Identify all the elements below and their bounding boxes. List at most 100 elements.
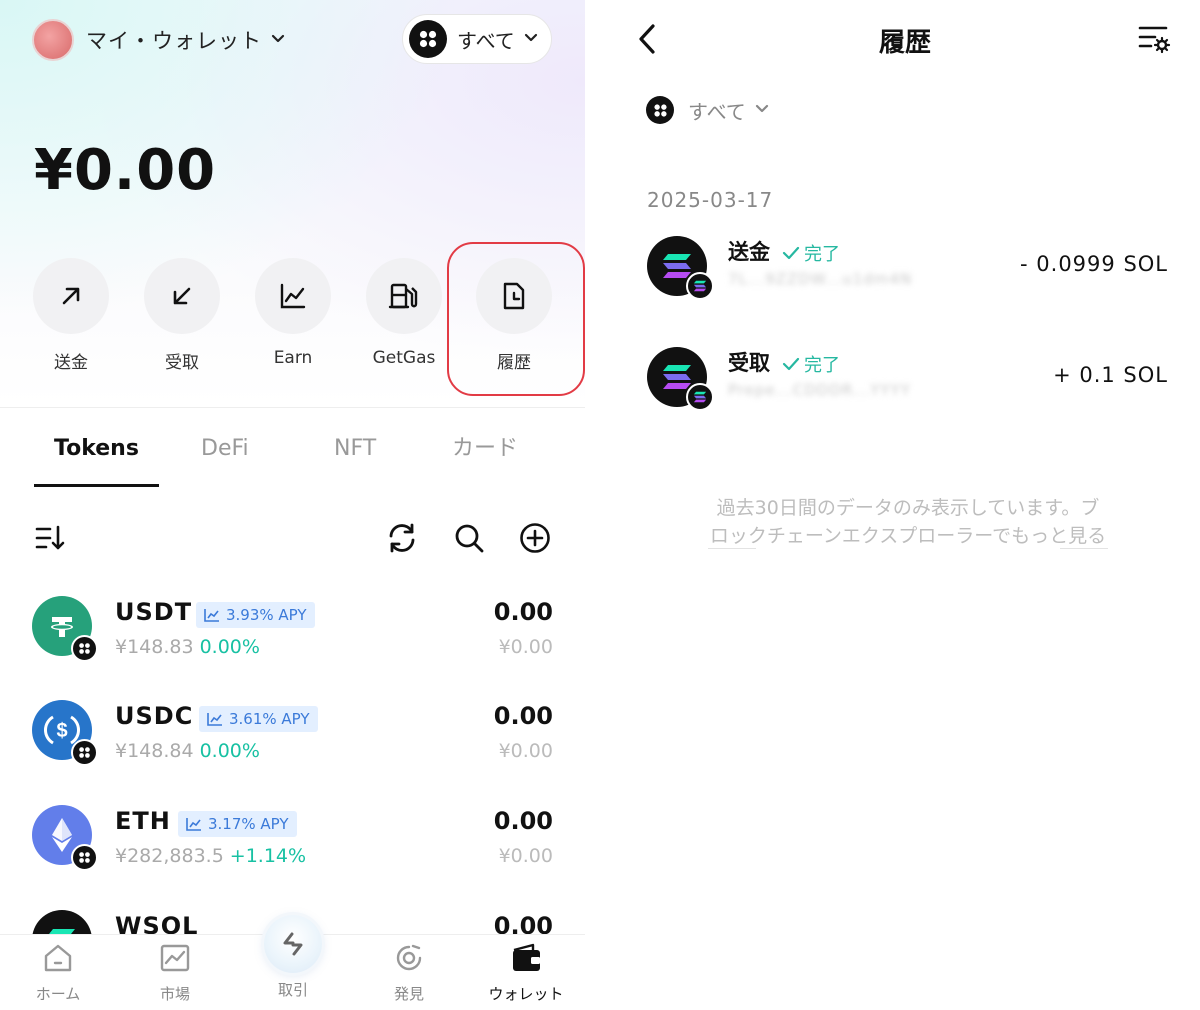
arrow-down-left-icon [144,258,220,334]
chevron-down-icon [270,30,286,50]
transaction-address: Prepe...CDDDR...YYYY [728,381,911,399]
sol-network-badge-icon [686,272,714,300]
filter-settings-icon [1138,26,1171,54]
all-networks-icon [646,96,674,124]
sol-network-badge-icon [686,383,714,411]
transaction-row-send[interactable]: 送金 完了 7L...9ZZDW...u1dm4N - 0.0999 SOL [600,228,1200,318]
status-text: 完了 [804,244,840,265]
apy-chart-icon [186,818,201,831]
asset-tabs: Tokens DeFi NFT カード [0,410,585,490]
total-balance: ¥0.00 [34,138,217,203]
receive-button[interactable]: 受取 [143,258,221,373]
apy-badge: 3.93% APY [196,602,315,628]
token-price: ¥148.83 0.00% [115,636,260,658]
refresh-icon[interactable] [384,520,420,556]
wallet-switcher[interactable]: マイ・ウォレット [32,18,286,62]
status-text: 完了 [804,355,840,376]
token-price: ¥282,883.5 +1.14% [115,845,306,867]
date-header: 2025-03-17 [647,188,774,212]
network-badge-icon [71,739,98,766]
nav-wallet[interactable]: ウォレット [476,941,576,1004]
history-document-icon [476,258,552,334]
page-title: 履歴 [878,28,931,58]
history-network-filter[interactable]: すべて [646,94,770,126]
getgas-button[interactable]: GetGas [365,258,443,368]
wallet-icon [513,943,540,971]
token-value: ¥0.00 [498,636,553,658]
transaction-amount: + 0.1 SOL [1053,363,1168,387]
nav-market[interactable]: 市場 [125,941,225,1004]
transaction-type: 送金 [728,240,770,264]
search-icon[interactable] [451,520,487,556]
gas-pump-icon [366,258,442,334]
token-symbol: ETH [115,807,171,835]
market-chart-icon [160,944,190,972]
wallet-header: マイ・ウォレット すべて ¥0.00 送金 受取 Earn GetGas 履歴 [0,0,585,408]
tab-tokens[interactable]: Tokens [54,436,139,461]
transaction-amount: - 0.0999 SOL [1020,252,1168,276]
apy-chart-icon [204,609,219,622]
tab-defi[interactable]: DeFi [201,436,249,461]
token-change: 0.00% [199,740,260,762]
token-value: ¥0.00 [498,740,553,762]
history-button[interactable]: 履歴 [475,258,553,373]
nav-market-label: 市場 [159,985,190,1003]
earn-button[interactable]: Earn [254,258,332,368]
quick-actions: 送金 受取 Earn GetGas 履歴 [32,258,572,378]
transaction-row-receive[interactable]: 受取 完了 Prepe...CDDDR...YYYY + 0.1 SOL [600,339,1200,429]
apy-value: 3.17% APY [208,815,289,833]
tab-nft[interactable]: NFT [334,436,376,461]
apy-chart-icon [207,713,222,726]
transaction-address: 7L...9ZZDW...u1dm4N [728,270,913,288]
status-badge: 完了 [782,240,840,266]
token-price-value: ¥282,883.5 [115,845,224,867]
network-badge-icon [71,844,98,871]
add-token-icon[interactable] [517,520,553,556]
nav-discover[interactable]: 発見 [359,941,459,1004]
apy-badge: 3.61% APY [199,706,318,732]
token-change: +1.14% [229,845,307,867]
receive-label: 受取 [165,353,199,373]
chart-line-icon [255,258,331,334]
status-badge: 完了 [782,351,840,377]
token-change: 0.00% [199,636,260,658]
token-value: ¥0.00 [498,845,553,867]
token-price-value: ¥148.83 [115,636,194,658]
svg-text:$: $ [56,720,67,742]
history-screen: 履歴 すべて 2025-03-17 送金 完了 7L...9ZZDW...u1d… [600,0,1200,1010]
getgas-label: GetGas [372,348,436,368]
token-row-eth[interactable]: ETH 3.17% APY ¥282,883.5 +1.14% 0.00 ¥0.0… [0,789,585,889]
swap-icon [264,915,322,973]
earn-label: Earn [273,348,313,368]
token-row-usdc[interactable]: $ USDC 3.61% APY ¥148.84 0.00% 0.00 ¥0.00 [0,684,585,784]
nav-wallet-label: ウォレット [488,985,564,1003]
send-label: 送金 [54,353,88,373]
check-icon [782,357,800,371]
explorer-notice-link[interactable]: 過去30日間のデータのみ表示しています。ブロックチェーンエクスプローラーでもっと… [708,494,1108,550]
all-networks-icon [409,20,447,58]
token-balance: 0.00 [493,598,553,626]
wallet-name: マイ・ウォレット [86,29,262,53]
tab-card[interactable]: カード [452,430,518,462]
send-button[interactable]: 送金 [32,258,110,373]
chevron-down-icon [754,100,770,120]
arrow-up-right-icon [33,258,109,334]
check-icon [782,246,800,260]
token-symbol: USDC [115,702,194,730]
sort-icon[interactable] [32,520,68,556]
token-balance: 0.00 [493,702,553,730]
token-toolbar [0,510,585,566]
nav-trade-label: 取引 [277,981,308,999]
nav-home-label: ホーム [35,985,81,1003]
nav-trade[interactable]: 取引 [243,915,343,1000]
token-price: ¥148.84 0.00% [115,740,260,762]
nav-home[interactable]: ホーム [8,941,108,1004]
token-price-value: ¥148.84 [115,740,194,762]
transaction-type: 受取 [728,351,770,375]
network-badge-icon [71,635,98,662]
filter-settings-button[interactable] [1138,24,1172,56]
network-selector[interactable]: すべて [402,14,552,64]
token-row-usdt[interactable]: USDT 3.93% APY ¥148.83 0.00% 0.00 ¥0.00 [0,580,585,680]
discover-icon [396,944,422,971]
active-tab-indicator [34,484,159,487]
